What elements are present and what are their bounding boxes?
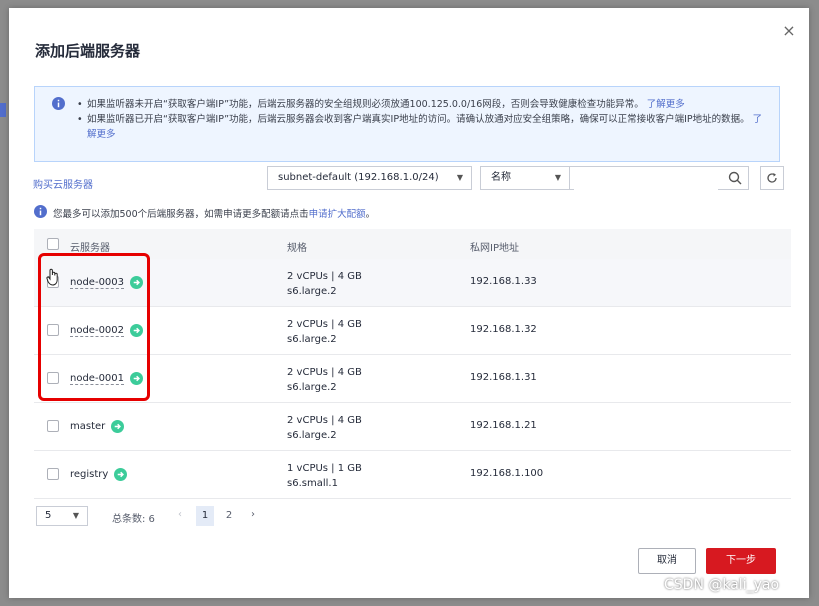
ip-cell: 192.168.1.100 xyxy=(470,468,544,479)
dialog-title: 添加后端服务器 xyxy=(35,42,141,60)
notice-text-1: 如果监听器未开启“获取客户端IP”功能，后端云服务器的安全组规则必须放通100.… xyxy=(87,99,644,110)
ip-cell: 192.168.1.21 xyxy=(470,420,537,431)
spec-line1: 2 vCPUs | 4 GB xyxy=(287,271,362,282)
spec-line1: 1 vCPUs | 1 GB xyxy=(287,463,362,474)
request-quota-link[interactable]: 申请扩大配额 xyxy=(309,209,366,220)
server-name-link[interactable]: master xyxy=(70,421,105,432)
page-size-value: 5 xyxy=(45,510,52,521)
spec-line1: 2 vCPUs | 4 GB xyxy=(287,319,362,330)
spec-cell: 2 vCPUs | 4 GB s6.large.2 xyxy=(287,269,362,299)
notice-line-2: 如果监听器已开启“获取客户端IP”功能，后端云服务器会收到客户端真实IP地址的访… xyxy=(77,112,767,142)
quota-text: 您最多可以添加500个后端服务器，如需申请更多配额请点击 xyxy=(53,209,309,220)
ip-cell: 192.168.1.31 xyxy=(470,372,537,383)
next-page-icon[interactable]: › xyxy=(251,509,255,520)
background-edge xyxy=(0,103,6,117)
caret-down-icon: ▼ xyxy=(72,511,79,520)
server-name-link[interactable]: registry xyxy=(70,469,108,480)
search-input[interactable] xyxy=(574,168,718,191)
refresh-button[interactable] xyxy=(760,166,784,190)
notice-banner: 如果监听器未开启“获取客户端IP”功能，后端云服务器的安全组规则必须放通100.… xyxy=(34,86,780,162)
row-checkbox[interactable] xyxy=(47,468,59,480)
learn-more-link-1[interactable]: 了解更多 xyxy=(647,99,685,110)
notice-line-1: 如果监听器未开启“获取客户端IP”功能，后端云服务器的安全组规则必须放通100.… xyxy=(77,97,767,112)
ip-cell: 192.168.1.32 xyxy=(470,324,537,335)
server-name-cell: registry xyxy=(70,468,128,481)
select-all-checkbox[interactable] xyxy=(47,238,59,250)
subnet-select[interactable]: subnet-default (192.168.1.0/24) ▼ xyxy=(267,166,472,190)
header-spec: 规格 xyxy=(287,243,307,254)
server-name-cell: master xyxy=(70,420,125,433)
spec-line1: 2 vCPUs | 4 GB xyxy=(287,415,362,426)
spec-line2: s6.large.2 xyxy=(287,382,337,393)
spec-cell: 1 vCPUs | 1 GB s6.small.1 xyxy=(287,461,362,491)
arrow-right-circle-icon[interactable] xyxy=(114,468,128,481)
spec-cell: 2 vCPUs | 4 GB s6.large.2 xyxy=(287,413,362,443)
next-step-button[interactable]: 下一步 xyxy=(706,548,776,574)
quota-end: 。 xyxy=(365,209,376,220)
page-size-select[interactable]: 5 ▼ xyxy=(36,506,88,526)
header-ip: 私网IP地址 xyxy=(470,243,519,254)
spec-cell: 2 vCPUs | 4 GB s6.large.2 xyxy=(287,317,362,347)
spec-line2: s6.small.1 xyxy=(287,478,338,489)
caret-down-icon: ▼ xyxy=(456,173,463,182)
filter-field-value: 名称 xyxy=(491,172,511,183)
caret-down-icon: ▼ xyxy=(554,173,561,182)
notice-text-2: 如果监听器已开启“获取客户端IP”功能，后端云服务器会收到客户端真实IP地址的访… xyxy=(87,114,750,125)
table-row[interactable]: master 2 vCPUs | 4 GB s6.large.2 192.168… xyxy=(34,403,791,451)
close-icon[interactable]: × xyxy=(781,23,797,39)
info-icon xyxy=(34,205,47,218)
spec-line2: s6.large.2 xyxy=(287,286,337,297)
search-box xyxy=(569,166,749,191)
page-2[interactable]: 2 xyxy=(220,506,238,526)
spec-line2: s6.large.2 xyxy=(287,430,337,441)
ip-cell: 192.168.1.33 xyxy=(470,276,537,287)
prev-page-icon[interactable]: ‹ xyxy=(178,509,182,520)
spec-line1: 2 vCPUs | 4 GB xyxy=(287,367,362,378)
watermark: CSDN @kali_yao xyxy=(664,577,780,593)
table-row[interactable]: registry 1 vCPUs | 1 GB s6.small.1 192.1… xyxy=(34,451,791,499)
header-name: 云服务器 xyxy=(70,243,110,254)
subnet-value: subnet-default (192.168.1.0/24) xyxy=(278,172,439,183)
spec-cell: 2 vCPUs | 4 GB s6.large.2 xyxy=(287,365,362,395)
info-icon xyxy=(52,97,65,110)
buy-cloud-server-link[interactable]: 购买云服务器 xyxy=(33,176,93,191)
row-checkbox[interactable] xyxy=(47,420,59,432)
total-count: 总条数: 6 xyxy=(112,514,155,525)
spec-line2: s6.large.2 xyxy=(287,334,337,345)
filter-field-select[interactable]: 名称 ▼ xyxy=(480,166,570,190)
search-icon[interactable] xyxy=(728,171,742,185)
page-1[interactable]: 1 xyxy=(196,506,214,526)
cancel-button[interactable]: 取消 xyxy=(638,548,696,574)
refresh-icon xyxy=(767,173,777,183)
hand-cursor-icon xyxy=(46,268,58,286)
arrow-right-circle-icon[interactable] xyxy=(111,420,125,433)
